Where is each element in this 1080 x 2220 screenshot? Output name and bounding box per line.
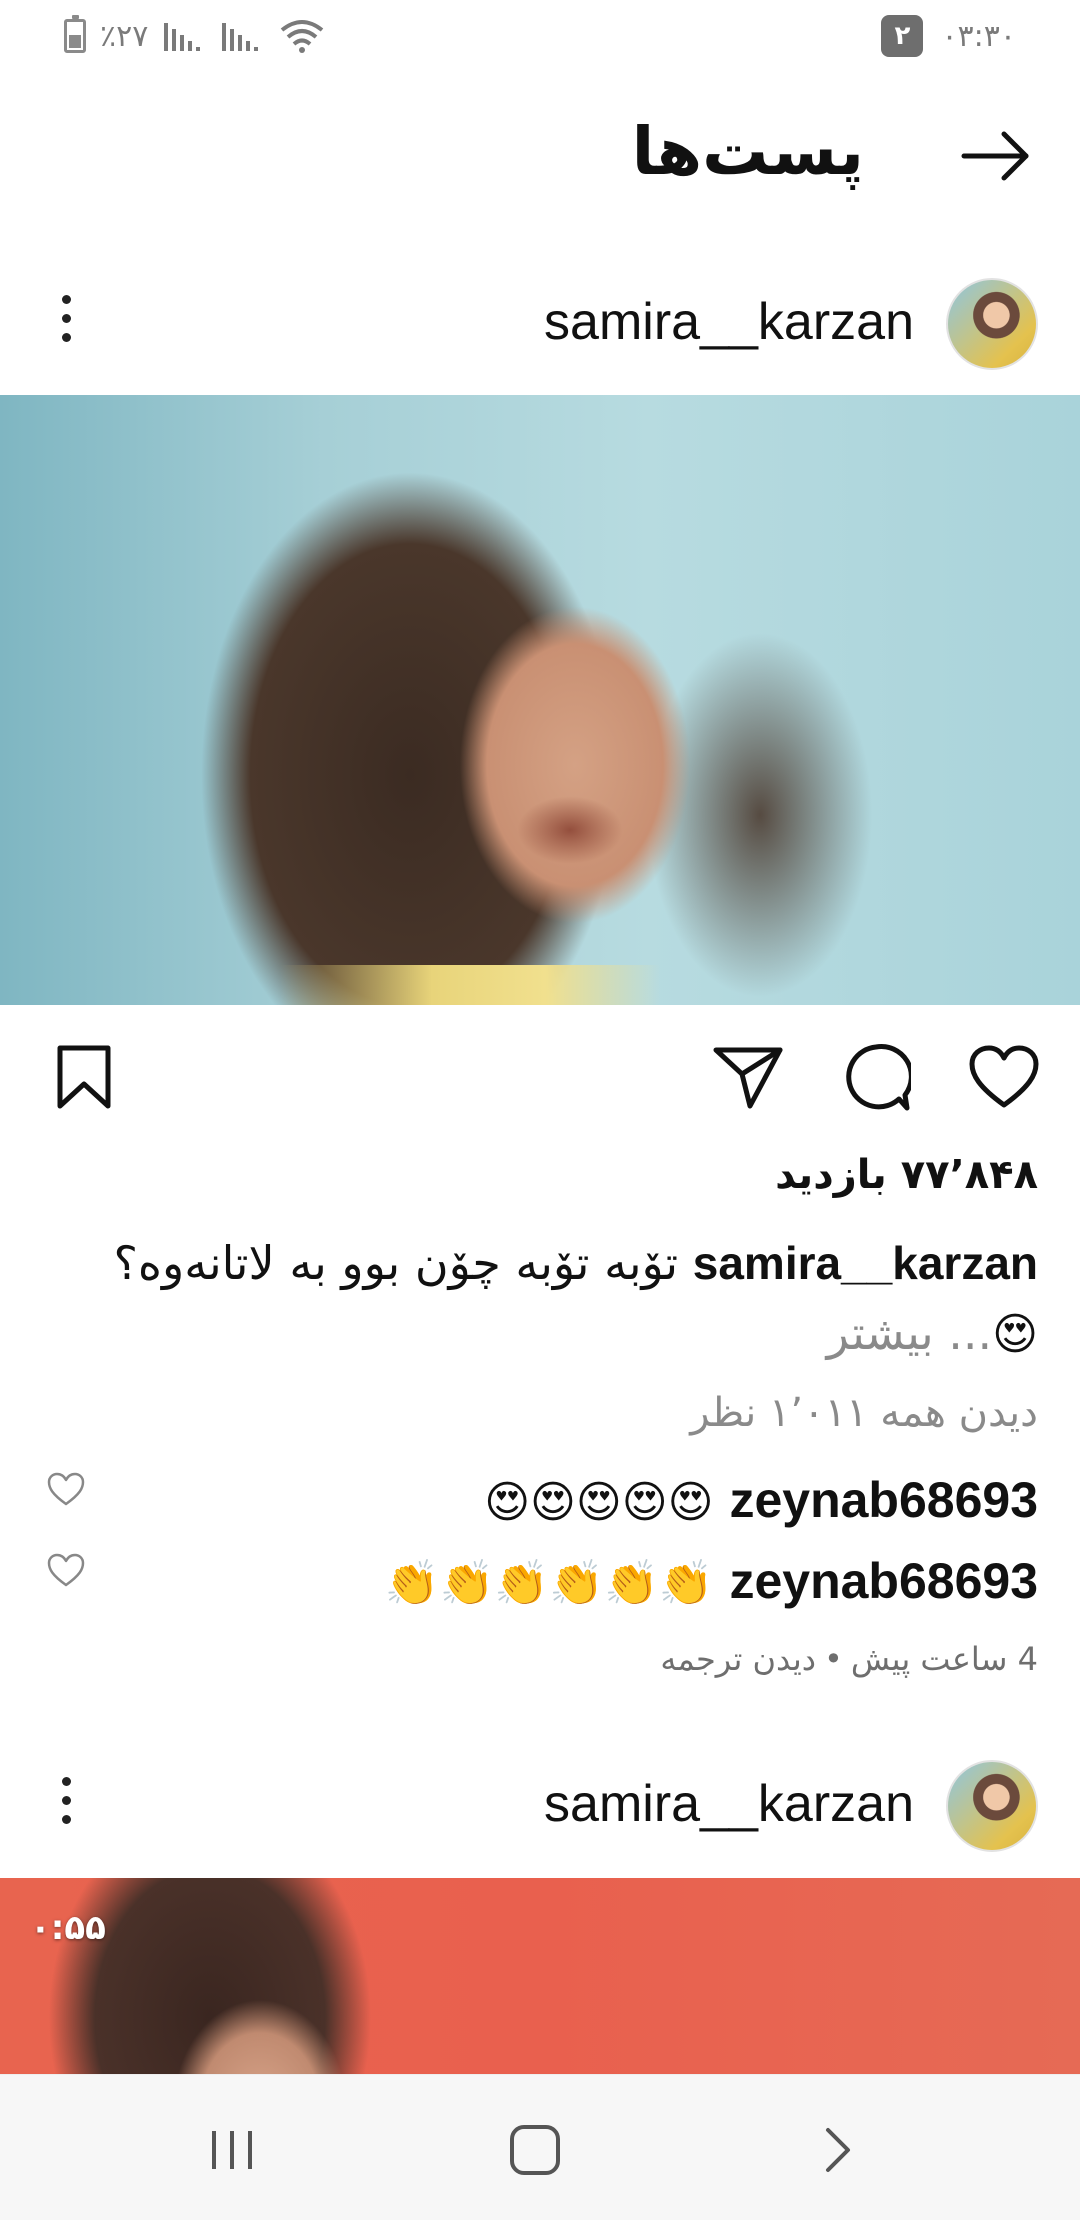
view-count: ۷۷٬۸۴۸ بازدید xyxy=(775,1152,1038,1198)
app-header: پست‌ها xyxy=(0,72,1080,242)
signal-icon xyxy=(164,23,201,51)
back-button[interactable] xyxy=(956,124,1036,188)
comment-item: zeynab68693 👏👏👏👏👏👏 xyxy=(138,1546,1038,1616)
recent-apps-button[interactable] xyxy=(192,2115,272,2185)
bookmark-icon xyxy=(57,1045,111,1109)
more-options-button[interactable] xyxy=(44,1762,88,1838)
avatar[interactable] xyxy=(946,278,1038,370)
vertical-ellipsis-icon xyxy=(61,1776,71,1786)
home-button[interactable] xyxy=(495,2115,575,2185)
home-icon xyxy=(510,2125,560,2175)
time-ago: 4 ساعت پیش xyxy=(850,1640,1038,1678)
status-bar: ٪۲۷ ۲ ۰۳:۳۰ xyxy=(0,0,1080,72)
post-username[interactable]: samira__karzan xyxy=(544,1774,914,1834)
post-header: samira__karzan xyxy=(0,1734,1080,1864)
share-button[interactable] xyxy=(710,1039,786,1115)
post-header: samira__karzan xyxy=(0,252,1080,382)
comment-button[interactable] xyxy=(838,1039,914,1115)
recent-apps-icon xyxy=(212,2131,252,2169)
clock: ۰۳:۳۰ xyxy=(941,18,1016,54)
view-all-comments-link[interactable]: دیدن همه ۱٬۰۱۱ نظر xyxy=(690,1390,1038,1436)
video-duration: ۰:۵۵ xyxy=(30,1908,106,1948)
navigation-bar xyxy=(0,2074,1080,2220)
post-meta: 4 ساعت پیش•دیدن ترجمه xyxy=(660,1640,1038,1678)
comment-icon xyxy=(846,1044,911,1111)
post-video[interactable]: ۰:۵۵ xyxy=(0,1878,1080,2074)
battery-icon xyxy=(64,15,86,53)
more-options-button[interactable] xyxy=(44,280,88,356)
like-button[interactable] xyxy=(966,1039,1042,1115)
post-caption: samira__karzan تۆبە تۆبە چۆن بوو بە لاتا… xyxy=(38,1228,1038,1368)
heart-icon[interactable] xyxy=(46,1551,86,1591)
comment-text: 😍😍😍😍😍 xyxy=(484,1477,714,1528)
post-image[interactable] xyxy=(0,395,1080,1005)
back-nav-button[interactable] xyxy=(798,2115,878,2185)
wifi-icon xyxy=(281,20,324,53)
notification-badge: ۲ xyxy=(881,15,924,57)
back-icon xyxy=(826,2128,850,2172)
comment-item: zeynab68693 😍😍😍😍😍 xyxy=(138,1465,1038,1535)
status-right: ۲ ۰۳:۳۰ xyxy=(881,14,1016,58)
see-translation-link[interactable]: دیدن ترجمه xyxy=(660,1640,816,1678)
battery-percentage: ٪۲۷ xyxy=(100,18,149,54)
comment-username[interactable]: zeynab68693 xyxy=(729,1553,1038,1609)
save-button[interactable] xyxy=(46,1039,122,1115)
post-username[interactable]: samira__karzan xyxy=(544,292,914,352)
avatar[interactable] xyxy=(946,1760,1038,1852)
vertical-ellipsis-icon xyxy=(61,294,71,304)
more-link[interactable]: ... بیشتر xyxy=(827,1306,992,1360)
share-icon xyxy=(713,1047,783,1109)
comment-text: 👏👏👏👏👏👏 xyxy=(384,1558,714,1609)
page-title: پست‌ها xyxy=(631,113,864,190)
caption-emoji: 😍 xyxy=(992,1309,1038,1360)
caption-text: تۆبە تۆبە چۆن بوو بە لاتانەوە؟ xyxy=(113,1236,679,1290)
separator: • xyxy=(823,1640,843,1678)
heart-icon[interactable] xyxy=(46,1470,86,1510)
heart-icon xyxy=(969,1045,1039,1108)
status-left: ٪۲۷ xyxy=(64,14,326,58)
arrow-right-icon xyxy=(961,131,1029,181)
screen: ٪۲۷ ۲ ۰۳:۳ xyxy=(0,0,1080,2220)
comment-username[interactable]: zeynab68693 xyxy=(729,1472,1038,1528)
caption-username[interactable]: samira__karzan xyxy=(693,1237,1038,1289)
post-actions xyxy=(0,1005,1080,1145)
signal-icon xyxy=(222,23,259,51)
